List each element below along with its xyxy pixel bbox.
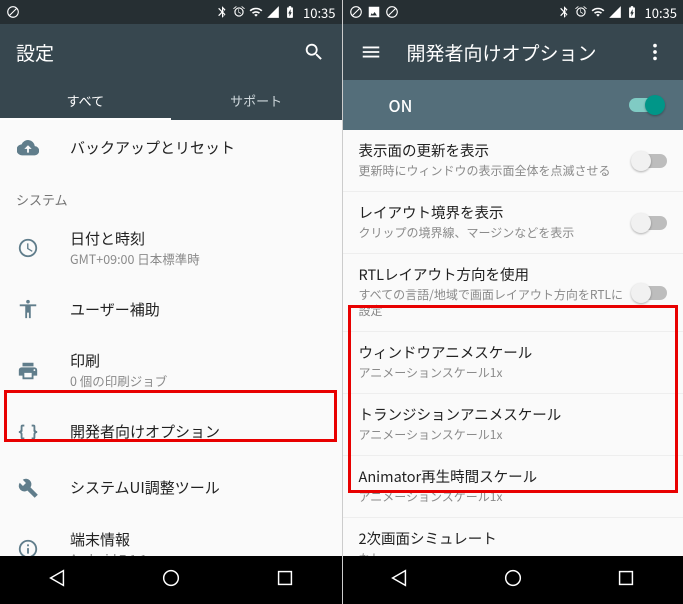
item-accessibility[interactable]: ユーザー補助: [0, 281, 342, 337]
sublabel: GMT+09:00 日本標準時: [70, 251, 326, 268]
battery-charging-icon: [625, 5, 639, 19]
label: 端末情報: [70, 530, 326, 550]
navigation-bar: [343, 556, 683, 604]
row-rtl-layout[interactable]: RTLレイアウト方向を使用 すべての言語/地域で画面レイアウト方向をRTLに設定: [343, 254, 683, 332]
label: 開発者向けオプション: [70, 422, 326, 442]
developer-options-screen: 10:35 開発者向けオプション ON 表示面の更新を表示 更新時にウィンドウの…: [342, 0, 683, 604]
home-button[interactable]: [160, 567, 182, 594]
alarm-icon: [232, 5, 246, 19]
label: レイアウト境界を表示: [359, 204, 626, 223]
master-switch-row[interactable]: ON: [343, 80, 683, 130]
sublabel: アニメーションスケール1x: [359, 427, 660, 443]
signal-icon: [608, 5, 622, 19]
row-window-anim-scale[interactable]: ウィンドウアニメスケール アニメーションスケール1x: [343, 332, 683, 394]
item-print[interactable]: 印刷 0 個の印刷ジョブ: [0, 337, 342, 403]
bluetooth-icon: [557, 5, 571, 19]
row-show-surface-updates[interactable]: 表示面の更新を表示 更新時にウィンドウの表示面全体を点滅させる: [343, 130, 683, 192]
label: バックアップとリセット: [70, 138, 326, 158]
sublabel: クリップの境界線、マージンなどを表示: [359, 225, 626, 241]
page-title: 設定: [16, 39, 302, 66]
row-transition-anim-scale[interactable]: トランジションアニメスケール アニメーションスケール1x: [343, 394, 683, 456]
switch[interactable]: [633, 154, 667, 168]
wifi-icon: [249, 5, 263, 19]
status-bar: 10:35: [0, 0, 342, 24]
clock: 10:35: [303, 3, 335, 22]
back-button[interactable]: [46, 567, 68, 594]
wifi-icon: [591, 5, 605, 19]
alarm-icon: [574, 5, 588, 19]
menu-icon[interactable]: [359, 40, 383, 64]
label: システムUI調整ツール: [70, 478, 326, 498]
do-not-disturb-icon: [385, 5, 399, 19]
bluetooth-icon: [215, 5, 229, 19]
app-bar: 設定: [0, 24, 342, 80]
battery-charging-icon: [283, 5, 297, 19]
search-icon[interactable]: [302, 40, 326, 64]
sublabel: アニメーションスケール1x: [359, 365, 660, 381]
item-systemui-tuner[interactable]: システムUI調整ツール: [0, 460, 342, 516]
row-secondary-display[interactable]: 2次画面シミュレート なし: [343, 518, 683, 556]
label: ウィンドウアニメスケール: [359, 344, 660, 363]
label: 2次画面シミュレート: [359, 530, 660, 549]
wrench-icon: [16, 476, 40, 500]
label: Animator再生時間スケール: [359, 468, 660, 487]
overflow-icon[interactable]: [643, 40, 667, 64]
master-switch[interactable]: [629, 98, 663, 112]
print-icon: [16, 359, 40, 383]
switch[interactable]: [633, 286, 667, 300]
item-datetime[interactable]: 日付と時刻 GMT+09:00 日本標準時: [0, 215, 342, 281]
sublabel: 0 個の印刷ジョブ: [70, 373, 326, 390]
clock: 10:35: [645, 3, 677, 22]
accessibility-icon: [16, 297, 40, 321]
tab-support[interactable]: サポート: [171, 80, 342, 120]
recent-button[interactable]: [274, 567, 296, 594]
sublabel: アニメーションスケール1x: [359, 489, 660, 505]
picture-icon: [367, 5, 381, 19]
item-developer-options[interactable]: 開発者向けオプション: [0, 404, 342, 460]
tab-all[interactable]: すべて: [0, 80, 171, 120]
page-title: 開発者向けオプション: [407, 39, 636, 66]
row-animator-duration-scale[interactable]: Animator再生時間スケール アニメーションスケール1x: [343, 456, 683, 518]
label: RTLレイアウト方向を使用: [359, 266, 626, 285]
switch[interactable]: [633, 216, 667, 230]
signal-icon: [266, 5, 280, 19]
clock-icon: [16, 236, 40, 260]
do-not-disturb-icon: [6, 5, 20, 19]
settings-screen: 10:35 設定 すべて サポート バックアップとリセット システム 日付と時刻…: [0, 0, 342, 604]
do-not-disturb-icon: [349, 5, 363, 19]
label: 日付と時刻: [70, 229, 326, 249]
row-layout-bounds[interactable]: レイアウト境界を表示 クリップの境界線、マージンなどを表示: [343, 192, 683, 254]
item-about[interactable]: 端末情報 Android 7.1.1: [0, 516, 342, 556]
label: 表示面の更新を表示: [359, 142, 626, 161]
status-bar: 10:35: [343, 0, 683, 24]
section-system: システム: [0, 176, 342, 215]
cloud-upload-icon: [16, 136, 40, 160]
back-button[interactable]: [388, 567, 410, 594]
app-bar: 開発者向けオプション: [343, 24, 683, 80]
label: トランジションアニメスケール: [359, 406, 660, 425]
sublabel: すべての言語/地域で画面レイアウト方向をRTLに設定: [359, 287, 626, 319]
navigation-bar: [0, 556, 342, 604]
recent-button[interactable]: [615, 567, 637, 594]
braces-icon: [16, 420, 40, 444]
label: 印刷: [70, 351, 326, 371]
settings-list: バックアップとリセット システム 日付と時刻 GMT+09:00 日本標準時 ユ…: [0, 120, 342, 556]
label: ユーザー補助: [70, 300, 326, 320]
sublabel: 更新時にウィンドウの表示面全体を点滅させる: [359, 163, 626, 179]
master-switch-label: ON: [363, 93, 630, 117]
info-icon: [16, 537, 40, 556]
home-button[interactable]: [502, 567, 524, 594]
item-backup-reset[interactable]: バックアップとリセット: [0, 120, 342, 176]
options-list: 表示面の更新を表示 更新時にウィンドウの表示面全体を点滅させる レイアウト境界を…: [343, 130, 683, 556]
tabs: すべて サポート: [0, 80, 342, 120]
